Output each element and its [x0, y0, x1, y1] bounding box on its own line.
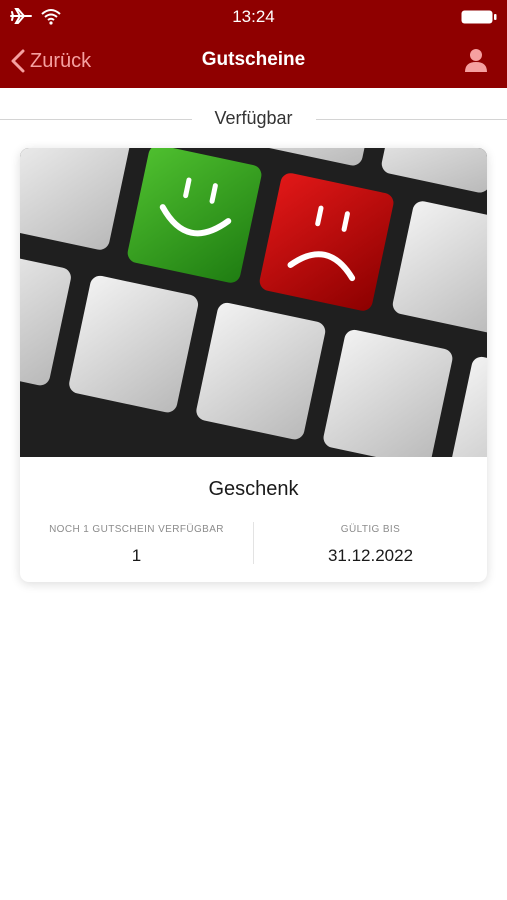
section-header: Verfügbar [0, 104, 507, 134]
status-bar: 13:24 [0, 0, 507, 34]
voucher-card[interactable]: Geschenk NOCH 1 GUTSCHEIN VERFÜGBAR 1 GÜ… [20, 148, 487, 582]
valid-until-label: GÜLTIG BIS [340, 524, 401, 535]
voucher-title: Geschenk [208, 478, 299, 500]
nav-bar: Zurück Gutscheine [0, 34, 507, 88]
available-label: NOCH 1 GUTSCHEIN VERFÜGBAR [49, 524, 224, 535]
available-value: 1 [131, 546, 142, 565]
status-time: 13:24 [232, 7, 275, 26]
voucher-image [20, 148, 487, 457]
valid-column: GÜLTIG BIS 31.12.2022 [254, 524, 487, 566]
user-icon[interactable] [463, 47, 489, 73]
battery-icon [461, 10, 497, 24]
available-column: NOCH 1 GUTSCHEIN VERFÜGBAR 1 [20, 524, 253, 566]
page-title: Gutscheine [201, 49, 306, 70]
valid-until-value: 31.12.2022 [327, 546, 414, 565]
divider [316, 119, 507, 120]
